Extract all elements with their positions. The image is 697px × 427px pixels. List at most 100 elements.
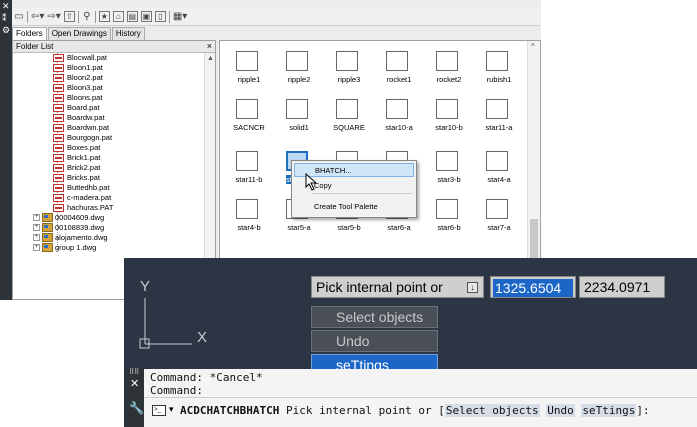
hatch-pattern-item[interactable]: star10-a [374,99,424,141]
hatch-pattern-item[interactable]: star4-b [224,199,274,241]
tree-item-label: c-madera.pat [67,193,112,202]
description-toggle-icon[interactable]: ▯ [154,11,166,22]
hatch-pattern-item[interactable]: star4-a [474,151,524,193]
design-center-tabs: Folders Open Drawings History [12,27,146,40]
tree-view-toggle-icon[interactable]: ▤ [126,11,138,22]
tree-item-pat-file[interactable]: Bourgogn.pat [13,133,205,143]
recent-commands-icon[interactable]: ▾ [169,404,174,415]
design-center-title-strip: ✕ ⁑ ⚙ [0,0,12,300]
ucs-y-label: Y [140,278,150,295]
forward-icon[interactable]: ⇨▾ [47,11,60,23]
tree-item-pat-file[interactable]: c-madera.pat [13,193,205,203]
command-line[interactable]: >_ ▾ ACDCHATCHBHATCH Pick internal point… [144,397,697,427]
chevron-down-icon[interactable]: ↓ [467,282,478,293]
hatch-pattern-item[interactable]: rocket2 [424,51,474,93]
keyword-undo[interactable]: Undo [546,404,575,417]
coordinate-y-input[interactable]: 2234.0971 [579,276,665,298]
command-prompt-icon[interactable]: >_ [152,405,166,416]
hatch-pattern-item[interactable]: ripple2 [274,51,324,93]
hatch-pattern-item[interactable]: star11-b [224,151,274,193]
back-icon[interactable]: ⇦▾ [31,11,44,23]
hatch-pattern-name: SQUARE [333,123,365,132]
option-undo[interactable]: Undo [311,330,438,352]
close-icon[interactable]: ✕ [130,377,139,390]
properties-icon[interactable]: ⚙ [2,26,10,35]
hatch-pattern-item[interactable]: star10-b [424,99,474,141]
hatch-pattern-item[interactable]: star6-b [424,199,474,241]
scroll-up-icon[interactable]: ^ [531,42,535,51]
favorites-icon[interactable]: ★ [98,11,110,22]
tree-item-pat-file[interactable]: Bloon2.pat [13,73,205,83]
hatch-pattern-item[interactable]: ripple1 [224,51,274,93]
hatch-pattern-item[interactable]: SQUARE [324,99,374,141]
keyword-select-objects[interactable]: Select objects [444,404,540,417]
drawing-canvas[interactable]: Y X Pick internal point or ↓ 1325.6504 2… [124,258,697,398]
hatch-pattern-item[interactable]: star3-b [424,151,474,193]
tab-history[interactable]: History [111,27,145,40]
hatch-pattern-item[interactable]: ripple3 [324,51,374,93]
command-name: ACDCHATCHBHATCH [180,404,280,417]
preview-toggle-icon[interactable]: ▣ [140,11,152,22]
hatch-pattern-item[interactable]: rocket1 [374,51,424,93]
expand-icon[interactable]: + [33,244,40,251]
tree-item-pat-file[interactable]: Blocwall.pat [13,53,205,63]
auto-hide-icon[interactable]: ⁑ [2,14,7,23]
tree-item-pat-file[interactable]: Buttedhb.pat [13,183,205,193]
pat-file-icon [53,174,64,182]
hatch-pattern-preview [436,51,458,71]
tree-item-pat-file[interactable]: Brick2.pat [13,163,205,173]
tree-item-pat-file[interactable]: Bloons.pat [13,93,205,103]
tree-item-pat-file[interactable]: Boardwn.pat [13,123,205,133]
hatch-pattern-item[interactable]: star7-a [474,199,524,241]
customize-icon[interactable]: 🔧 [129,401,144,415]
tree-item-pat-file[interactable]: Bloon1.pat [13,63,205,73]
tree-item-pat-file[interactable]: Boardw.pat [13,113,205,123]
tab-folders[interactable]: Folders [12,27,47,40]
tree-item-pat-file[interactable]: Brick1.pat [13,153,205,163]
tree-item-pat-file[interactable]: Boxes.pat [13,143,205,153]
tree-item-dwg-file[interactable]: +00004609.dwg [13,213,205,223]
tree-item-pat-file[interactable]: Board.pat [13,103,205,113]
hatch-pattern-preview [236,151,258,171]
load-icon[interactable]: ▭ [14,11,24,23]
hatch-pattern-item[interactable]: solid1 [274,99,324,141]
views-icon[interactable]: ▦▾ [173,11,187,23]
toolbar-divider [77,10,79,23]
hatch-pattern-item[interactable]: SACNCR [224,99,274,141]
up-icon[interactable]: ⇧ [63,11,75,22]
pat-file-icon [53,64,64,72]
close-icon[interactable]: ✕ [2,2,10,11]
tree-item-label: 00108839.dwg [55,223,105,232]
tree-item-dwg-file[interactable]: + group 1.dwg [13,243,205,253]
hatch-pattern-preview [236,99,258,119]
tree-item-pat-file[interactable]: Bricks.pat [13,173,205,183]
tree-item-pat-file[interactable]: Bloon3.pat [13,83,205,93]
hatch-pattern-name: ripple3 [337,75,361,84]
menu-item-create-tool-palette[interactable]: Create Tool Palette [294,200,414,214]
hatch-pattern-item[interactable]: star11-a [474,99,524,141]
home-icon[interactable]: ⌂ [112,11,124,22]
mouse-cursor-icon [305,173,318,191]
expand-icon[interactable]: + [33,214,40,221]
grip-icon[interactable]: ⠿⠿ [129,369,139,376]
coordinate-x-input[interactable]: 1325.6504 [490,276,576,298]
keyword-settings[interactable]: seTtings [581,404,637,417]
search-icon[interactable]: ⚲ [82,11,92,23]
tree-item-dwg-file[interactable]: + alojamento.dwg [13,233,205,243]
tab-open-drawings[interactable]: Open Drawings [47,27,111,40]
scroll-up-icon[interactable]: ▲ [207,55,214,62]
tree-item-label: Boardw.pat [67,113,105,122]
hatch-pattern-preview [336,51,358,71]
expand-icon[interactable]: + [33,234,40,241]
option-select-objects[interactable]: Select objects [311,306,438,328]
dynamic-input-prompt: Pick internal point or ↓ [311,276,484,298]
toolbar-divider [94,10,96,23]
expand-icon[interactable]: + [33,224,40,231]
tree-item-label: Brick2.pat [67,163,101,172]
close-icon[interactable]: × [207,41,212,52]
tree-item-pat-file[interactable]: hachuras.PAT [13,203,205,213]
hatch-pattern-item[interactable]: rubish1 [474,51,524,93]
hatch-pattern-preview [486,151,508,171]
hatch-pattern-name: star7-a [487,223,511,232]
tree-item-dwg-file[interactable]: +00108839.dwg [13,223,205,233]
